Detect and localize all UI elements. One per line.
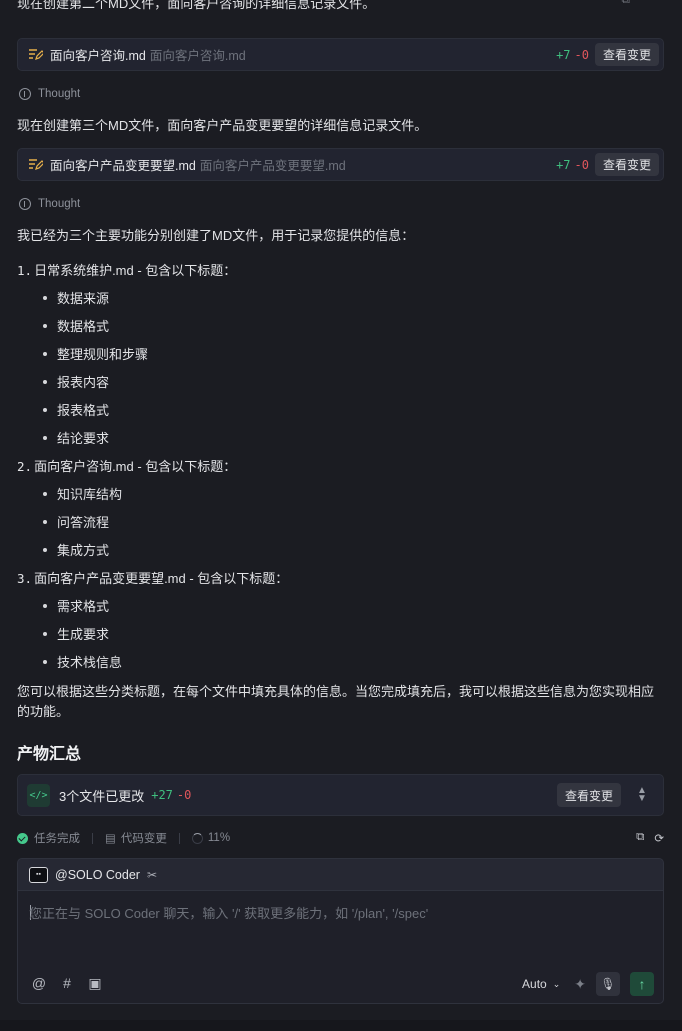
view-changes-button[interactable]: 查看变更 [594, 43, 659, 66]
more-icon[interactable]: ⋯ [652, 0, 664, 7]
lines-removed: -0 [574, 157, 589, 172]
list-bullet: 数据格式 [43, 316, 109, 335]
chevron-updown-icon[interactable]: ▲ ▼ [629, 786, 655, 804]
file-name: 面向客户咨询.md [50, 49, 146, 63]
thought-toggle[interactable]: Thought [19, 198, 80, 210]
chevron-down-icon: ⌄ [552, 978, 561, 989]
list-bullet: 结论要求 [43, 428, 109, 447]
file-change-card[interactable]: 面向客户咨询.md 面向客户咨询.md +7 -0 查看变更 [17, 38, 664, 71]
list-item: 1. 日常系统维护.md - 包含以下标题： [17, 263, 237, 278]
top-toolbar: ⧉ ⋯ [621, 0, 664, 7]
refresh-icon[interactable]: ⟳ [654, 831, 664, 845]
bot-icon: ▪▪ [29, 866, 48, 883]
lines-added: +27 [151, 788, 173, 802]
send-icon[interactable]: ↑ [630, 972, 654, 996]
list-bullet: 技术栈信息 [43, 652, 122, 671]
status-bar: 任务完成 ▤ 代码变更 11% ⧉ ⟳ [17, 830, 664, 846]
mic-icon[interactable]: 🎙 [596, 972, 620, 996]
closing-text: 您可以根据这些分类标题，在每个文件中填充具体的信息。当您完成填充后，我可以根据这… [17, 684, 655, 719]
list-bullet: 整理规则和步骤 [43, 344, 148, 363]
model-selector[interactable]: Auto ⌄ [522, 977, 560, 991]
thought-icon [19, 198, 31, 210]
list-bullet: 报表格式 [43, 400, 109, 419]
list-bullet: 集成方式 [43, 540, 109, 559]
file-change-card[interactable]: 面向客户产品变更要望.md 面向客户产品变更要望.md +7 -0 查看变更 [17, 148, 664, 181]
bottom-edge [0, 1020, 682, 1031]
copy-icon[interactable]: ⧉ [636, 831, 644, 845]
file-name: 面向客户产品变更要望.md [50, 159, 196, 173]
progress-ring-icon [191, 832, 203, 844]
list-item: 3. 面向客户产品变更要望.md - 包含以下标题： [17, 571, 289, 586]
at-icon[interactable]: @ [31, 975, 47, 992]
lines-added: +7 [556, 47, 571, 62]
file-path: 面向客户咨询.md [149, 49, 246, 63]
message-text: 现在创建第三个MD文件，面向客户产品变更要望的详细信息记录文件。 [17, 118, 428, 133]
composer-header: ▪▪ @SOLO Coder ✂ [17, 858, 664, 890]
check-icon [17, 832, 28, 844]
list-bullet: 数据来源 [43, 288, 109, 307]
progress-status: 11% [191, 832, 230, 844]
lines-removed: -0 [574, 47, 589, 62]
sparkle-icon[interactable]: ✦ [574, 976, 586, 993]
view-changes-button[interactable]: 查看变更 [556, 783, 621, 807]
thought-icon [19, 88, 31, 100]
summary-label: 3个文件已更改 [59, 788, 145, 804]
lines-removed: -0 [176, 788, 192, 802]
lines-added: +7 [556, 157, 571, 172]
file-path: 面向客户产品变更要望.md [199, 159, 346, 173]
task-status[interactable]: 任务完成 [17, 830, 80, 846]
previous-message-text: 现在创建第二个MD文件，面向客户咨询的详细信息记录文件。 [17, 0, 376, 11]
list-bullet: 问答流程 [43, 512, 109, 531]
edit-file-icon [27, 47, 43, 63]
thought-toggle[interactable]: Thought [19, 88, 80, 100]
message-text: 我已经为三个主要功能分别创建了MD文件，用于记录您提供的信息： [17, 228, 415, 243]
view-changes-button[interactable]: 查看变更 [594, 153, 659, 176]
code-icon: </> [27, 783, 50, 807]
section-title: 产物汇总 [17, 746, 82, 763]
list-bullet: 报表内容 [43, 372, 109, 391]
thought-label: Thought [38, 198, 81, 210]
composer: @ # ▣ Auto ⌄ ✦ 🎙 ↑ [17, 890, 664, 1004]
hash-icon[interactable]: # [59, 975, 75, 992]
list-bullet: 需求格式 [43, 596, 109, 615]
diff-icon: ▤ [105, 833, 116, 845]
thought-label: Thought [38, 88, 81, 100]
list-item: 2. 面向客户咨询.md - 包含以下标题： [17, 459, 237, 474]
list-bullet: 知识库结构 [43, 484, 122, 503]
copy-icon[interactable]: ⧉ [621, 0, 630, 7]
chat-input[interactable] [29, 903, 649, 943]
agent-name[interactable]: @SOLO Coder [55, 868, 140, 882]
changes-summary-card[interactable]: </> 3个文件已更改 +27 -0 查看变更 ▲ ▼ [17, 774, 664, 816]
edit-file-icon [27, 157, 43, 173]
image-icon[interactable]: ▣ [87, 975, 103, 992]
tools-icon[interactable]: ✂ [147, 868, 157, 882]
list-bullet: 生成要求 [43, 624, 109, 643]
code-changes-status[interactable]: ▤ 代码变更 [105, 830, 167, 846]
